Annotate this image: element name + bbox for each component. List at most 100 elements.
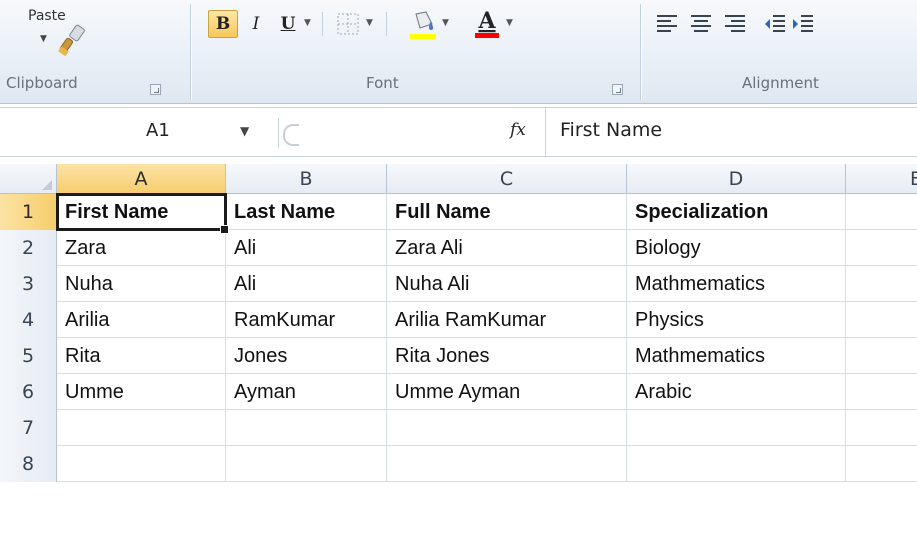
table-row: 5 Rita Jones Rita Jones Mathmematics: [0, 338, 917, 374]
bold-button[interactable]: B: [208, 10, 238, 38]
formula-bar: A1 ▼ fx First Name: [0, 107, 917, 157]
row-header[interactable]: 5: [0, 338, 57, 374]
row-header[interactable]: 6: [0, 374, 57, 410]
align-right-icon[interactable]: [724, 14, 746, 34]
row-header[interactable]: 2: [0, 230, 57, 266]
format-painter-icon[interactable]: [56, 22, 90, 56]
table-row: 4 Arilia RamKumar Arilia RamKumar Physics: [0, 302, 917, 338]
insert-function-icon[interactable]: fx: [510, 120, 526, 140]
row-header[interactable]: 7: [0, 410, 57, 446]
grid-cell[interactable]: [846, 374, 917, 410]
grid-cell[interactable]: Full Name: [387, 194, 627, 230]
font-color-icon[interactable]: A: [472, 6, 502, 40]
grid-cell[interactable]: Ali: [226, 266, 387, 302]
grid-cell[interactable]: Rita Jones: [387, 338, 627, 374]
grid-cell[interactable]: [846, 410, 917, 446]
underline-button[interactable]: U: [276, 10, 300, 38]
grid-cell[interactable]: [846, 338, 917, 374]
alignment-group-label: Alignment: [742, 74, 819, 92]
table-row: 3 Nuha Ali Nuha Ali Mathmematics: [0, 266, 917, 302]
group-divider: [190, 4, 191, 100]
grid-cell[interactable]: [387, 446, 627, 482]
row-header[interactable]: 8: [0, 446, 57, 482]
table-row: 6 Umme Ayman Umme Ayman Arabic: [0, 374, 917, 410]
formula-bar-splitter-icon[interactable]: [278, 118, 299, 148]
row-header[interactable]: 1: [0, 194, 57, 230]
grid-cell[interactable]: Physics: [627, 302, 846, 338]
formula-input[interactable]: First Name: [560, 119, 662, 141]
grid-cell[interactable]: [226, 410, 387, 446]
grid-cell[interactable]: Last Name: [226, 194, 387, 230]
grid-cell[interactable]: Ayman: [226, 374, 387, 410]
font-color-dropdown-icon[interactable]: ▼: [506, 18, 513, 28]
grid-cell[interactable]: [846, 302, 917, 338]
grid-cell[interactable]: Nuha Ali: [387, 266, 627, 302]
table-row: 2 Zara Ali Zara Ali Biology: [0, 230, 917, 266]
grid-cell[interactable]: Arilia: [57, 302, 226, 338]
divider: [322, 12, 323, 36]
group-divider: [640, 4, 641, 100]
decrease-indent-icon[interactable]: [764, 14, 786, 34]
grid-cell[interactable]: [846, 194, 917, 230]
underline-dropdown-icon[interactable]: ▼: [304, 18, 311, 28]
grid-cell[interactable]: Specialization: [627, 194, 846, 230]
grid-cell[interactable]: [846, 266, 917, 302]
grid-cell[interactable]: [57, 446, 226, 482]
name-box-value: A1: [146, 120, 170, 141]
grid-cell[interactable]: [627, 410, 846, 446]
grid-cell[interactable]: [387, 410, 627, 446]
grid-cell[interactable]: Nuha: [57, 266, 226, 302]
grid-cell[interactable]: Umme Ayman: [387, 374, 627, 410]
grid-cell[interactable]: Umme: [57, 374, 226, 410]
table-row: 1 First Name Last Name Full Name Specializat…: [0, 193, 917, 234]
column-header-c[interactable]: C: [387, 164, 627, 194]
divider: [386, 12, 387, 36]
name-box-dropdown-icon[interactable]: ▼: [240, 124, 249, 138]
fill-color-dropdown-icon[interactable]: ▼: [442, 18, 449, 28]
grid-cell[interactable]: Jones: [226, 338, 387, 374]
select-all-button[interactable]: [0, 164, 57, 194]
grid-cell[interactable]: First Name: [56, 193, 229, 234]
grid-cell[interactable]: [846, 230, 917, 266]
grid-cell[interactable]: Biology: [627, 230, 846, 266]
grid-cell[interactable]: Arabic: [627, 374, 846, 410]
table-row: 8: [0, 446, 917, 482]
ribbon: Paste ▼ Clipboard B I U ▼ ▼ ▼ A ▼ Font A…: [0, 0, 917, 104]
grid-cell[interactable]: Zara Ali: [387, 230, 627, 266]
clipboard-dialog-launcher-icon[interactable]: [150, 84, 161, 95]
row-header[interactable]: 3: [0, 266, 57, 302]
italic-button[interactable]: I: [244, 10, 268, 38]
divider: [545, 108, 546, 156]
align-left-icon[interactable]: [656, 14, 678, 34]
column-header-e[interactable]: E: [846, 164, 917, 194]
font-dialog-launcher-icon[interactable]: [612, 84, 623, 95]
column-header-b[interactable]: B: [226, 164, 387, 194]
name-box[interactable]: A1 ▼: [0, 108, 270, 156]
column-header-d[interactable]: D: [627, 164, 846, 194]
paste-dropdown-icon[interactable]: ▼: [40, 34, 47, 44]
grid-cell[interactable]: [57, 410, 226, 446]
svg-text:A: A: [477, 8, 496, 34]
grid-cell[interactable]: Zara: [57, 230, 226, 266]
column-header-a[interactable]: A: [57, 164, 226, 194]
increase-indent-icon[interactable]: [792, 14, 814, 34]
font-group-label: Font: [366, 74, 399, 92]
grid-cell[interactable]: Rita: [57, 338, 226, 374]
grid-cell[interactable]: Arilia RamKumar: [387, 302, 627, 338]
column-header-row: A B C D E: [0, 164, 917, 194]
grid-cell[interactable]: RamKumar: [226, 302, 387, 338]
clipboard-group-label: Clipboard: [6, 74, 78, 92]
worksheet-grid: A B C D E 1 First Name Last Name Full Name S…: [0, 164, 917, 533]
grid-cell[interactable]: Mathmematics: [627, 338, 846, 374]
borders-dropdown-icon[interactable]: ▼: [366, 18, 373, 28]
grid-cell[interactable]: Ali: [226, 230, 387, 266]
borders-icon[interactable]: [336, 12, 360, 36]
grid-cell[interactable]: [226, 446, 387, 482]
table-row: 7: [0, 410, 917, 446]
grid-cell[interactable]: [846, 446, 917, 482]
grid-cell[interactable]: Mathmematics: [627, 266, 846, 302]
fill-color-icon[interactable]: [408, 8, 438, 40]
align-center-icon[interactable]: [690, 14, 712, 34]
grid-cell[interactable]: [627, 446, 846, 482]
row-header[interactable]: 4: [0, 302, 57, 338]
